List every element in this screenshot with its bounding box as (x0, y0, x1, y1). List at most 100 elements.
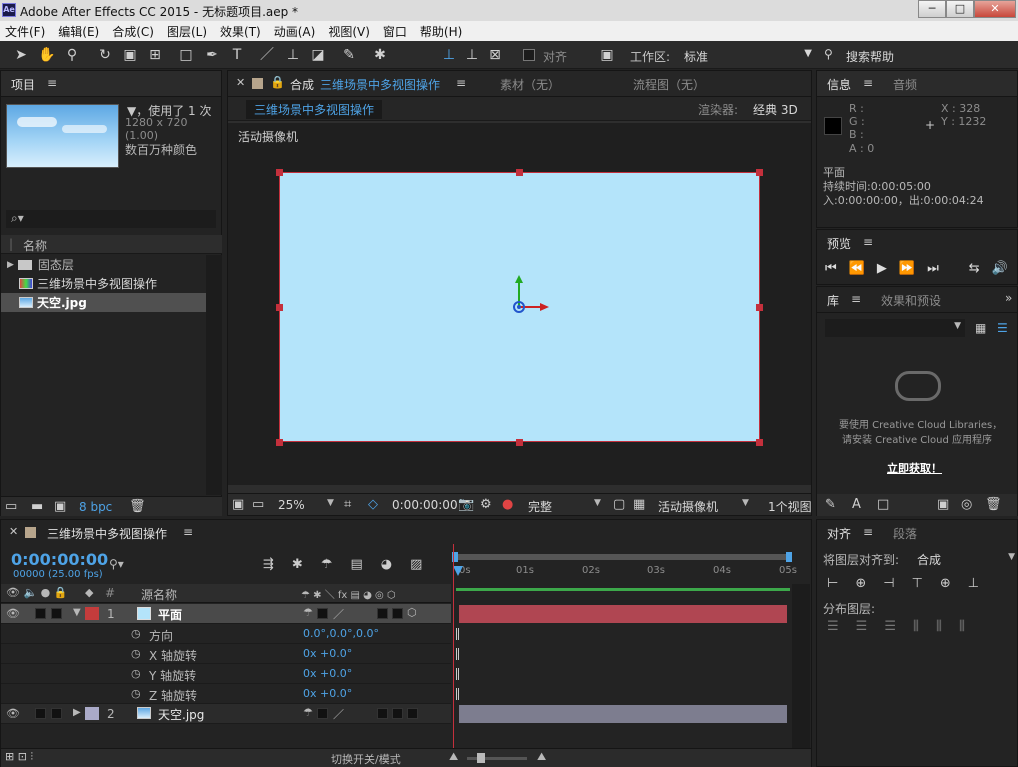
more-panels-icon[interactable]: » (1005, 291, 1012, 305)
minimize-button[interactable]: ─ (918, 0, 946, 18)
menu-help[interactable]: 帮助(H) (420, 23, 462, 40)
distribute-right-icon[interactable]: ⫼ (959, 619, 965, 634)
shy-switch-icon[interactable]: ☂ (303, 706, 313, 719)
last-frame-icon[interactable]: ⏭ (927, 261, 939, 276)
eye-icon[interactable]: 👁 (6, 707, 20, 720)
layer-name[interactable]: 平面 (158, 606, 182, 623)
align-top-icon[interactable]: ⊤ (912, 576, 923, 591)
selection-handle[interactable] (756, 304, 763, 311)
project-item-comp[interactable]: 三维场景中多视图操作 (1, 274, 222, 293)
distribute-left-icon[interactable]: ⫼ (913, 619, 919, 634)
region-of-interest-icon[interactable]: ▢ (613, 497, 625, 512)
distribute-bottom-icon[interactable]: ☰ (884, 619, 896, 634)
switch-box[interactable] (392, 608, 403, 619)
camera-tool-icon[interactable]: ▣ (121, 46, 139, 64)
loop-icon[interactable]: ⇆ (969, 261, 980, 276)
keyframe-marker-icon[interactable] (456, 688, 459, 700)
stock-icon[interactable]: ▣ (937, 497, 949, 512)
time-ruler[interactable]: 0s 01s 02s 03s 04s 05s (452, 552, 797, 596)
resolution-value[interactable]: 完整 (528, 498, 552, 515)
show-snapshot-icon[interactable]: ⚙ (480, 497, 492, 512)
interpret-footage-icon[interactable]: ▭ (5, 499, 17, 514)
tab-composition-name[interactable]: 三维场景中多视图操作 (320, 76, 440, 93)
name-column-header[interactable]: 名称 (23, 237, 47, 254)
property-row[interactable]: ◷ 方向 0.0°,0.0°,0.0° (1, 624, 451, 644)
tab-preview[interactable]: 预览 (827, 235, 851, 252)
tab-project[interactable]: 项目 (11, 76, 35, 93)
tab-footage[interactable]: 素材（无） (500, 76, 560, 93)
snapshot-icon[interactable]: 📷 (458, 497, 474, 512)
selection-handle[interactable] (276, 439, 283, 446)
safe-zones-icon[interactable]: ⌗ (344, 497, 351, 512)
library-select[interactable]: ▼ (825, 319, 965, 337)
timeline-zoom-slider[interactable] (467, 757, 527, 760)
tab-flowchart[interactable]: 流程图（无） (633, 76, 705, 93)
zoom-value[interactable]: 25% (278, 498, 305, 512)
layer-label-color[interactable] (85, 707, 99, 720)
layer-row-1[interactable]: 👁 ▼ 1 平面 ☂ ／ ⬡ (1, 604, 451, 624)
keyframe-marker-icon[interactable] (456, 668, 459, 680)
layer-name[interactable]: 天空.jpg (158, 706, 204, 723)
tab-paragraph[interactable]: 段落 (893, 525, 917, 542)
switch-box[interactable] (377, 608, 388, 619)
brush-tool-icon[interactable]: ／ (258, 46, 276, 64)
lock-toggle[interactable] (51, 708, 62, 719)
selection-handle[interactable] (276, 304, 283, 311)
composition-viewer[interactable]: 活动摄像机 (228, 123, 811, 485)
toggle-switches-modes-button[interactable]: 切换开关/模式 (331, 751, 401, 767)
chevron-down-icon[interactable]: ▼ (327, 498, 334, 508)
search-help-input[interactable]: 搜索帮助 (846, 48, 894, 65)
tab-timeline-comp[interactable]: 三维场景中多视图操作 (47, 525, 167, 542)
zoom-out-icon[interactable]: ⛰ (449, 750, 458, 764)
property-value[interactable]: 0x +0.0° (303, 647, 352, 660)
close-button[interactable]: ✕ (974, 0, 1016, 18)
close-tab-icon[interactable]: ✕ (236, 76, 245, 89)
timeline-scrollbar[interactable] (792, 584, 810, 754)
stopwatch-icon[interactable]: ◷ (131, 627, 141, 640)
zoom-tool-icon[interactable]: ⚲ (63, 46, 81, 64)
selection-handle[interactable] (756, 439, 763, 446)
solo-toggle[interactable] (35, 608, 46, 619)
property-value[interactable]: 0.0°,0.0°,0.0° (303, 627, 379, 640)
panel-menu-icon[interactable]: ≡ (863, 525, 873, 539)
chevron-down-icon[interactable]: ▼ (742, 498, 749, 508)
menu-window[interactable]: 窗口 (383, 23, 407, 40)
distribute-top-icon[interactable]: ☰ (827, 619, 839, 634)
align-right-icon[interactable]: ⊣ (883, 576, 894, 591)
work-area-bar[interactable] (454, 554, 790, 560)
pen-tool-icon[interactable]: ✒ (203, 46, 221, 64)
property-value[interactable]: 0x +0.0° (303, 687, 352, 700)
previous-frame-icon[interactable]: ⏪ (849, 261, 865, 276)
chevron-down-icon[interactable]: ▼ (594, 498, 601, 508)
selection-tool-icon[interactable]: ➤ (12, 46, 30, 64)
add-graphic-icon[interactable]: □ (877, 497, 889, 512)
shy-switch-icon[interactable]: ☂ (303, 606, 313, 619)
stopwatch-icon[interactable]: ◷ (131, 687, 141, 700)
selection-handle[interactable] (516, 169, 523, 176)
mask-visibility-icon[interactable]: ◇ (368, 497, 378, 512)
panel-menu-icon[interactable]: ≡ (456, 76, 466, 90)
panel-menu-icon[interactable]: ≡ (183, 525, 193, 539)
hand-tool-icon[interactable]: ✋ (38, 46, 56, 64)
graph-editor-icon[interactable]: ▨ (410, 557, 422, 572)
draft-3d-icon[interactable]: ✱ (292, 557, 303, 572)
menu-composition[interactable]: 合成(C) (112, 23, 154, 40)
close-tab-icon[interactable]: ✕ (9, 525, 18, 538)
switch-box[interactable] (317, 608, 328, 619)
list-view-icon[interactable]: ☰ (997, 321, 1008, 335)
get-it-now-link[interactable]: 立即获取！ (887, 460, 942, 476)
panel-menu-icon[interactable]: ≡ (851, 292, 861, 306)
quality-switch-icon[interactable]: ／ (333, 606, 344, 622)
audio-icon[interactable]: 🔊 (992, 261, 1008, 276)
layer-switches-icon[interactable]: ⊞ ⊡ ⫶ (5, 750, 33, 764)
comp-mini-flowchart-icon[interactable]: ⇶ (263, 557, 274, 572)
rotate-tool-icon[interactable]: ↻ (96, 46, 114, 64)
eraser-tool-icon[interactable]: ◪ (309, 46, 327, 64)
menu-view[interactable]: 视图(V) (328, 23, 370, 40)
menu-layer[interactable]: 图层(L) (167, 23, 207, 40)
library-trash-icon[interactable]: 🗑 (985, 497, 1002, 512)
menu-file[interactable]: 文件(F) (5, 23, 45, 40)
tab-composition[interactable]: 合成 (290, 76, 314, 93)
align-h-center-icon[interactable]: ⊕ (855, 576, 866, 591)
tab-align[interactable]: 对齐 (827, 525, 851, 542)
